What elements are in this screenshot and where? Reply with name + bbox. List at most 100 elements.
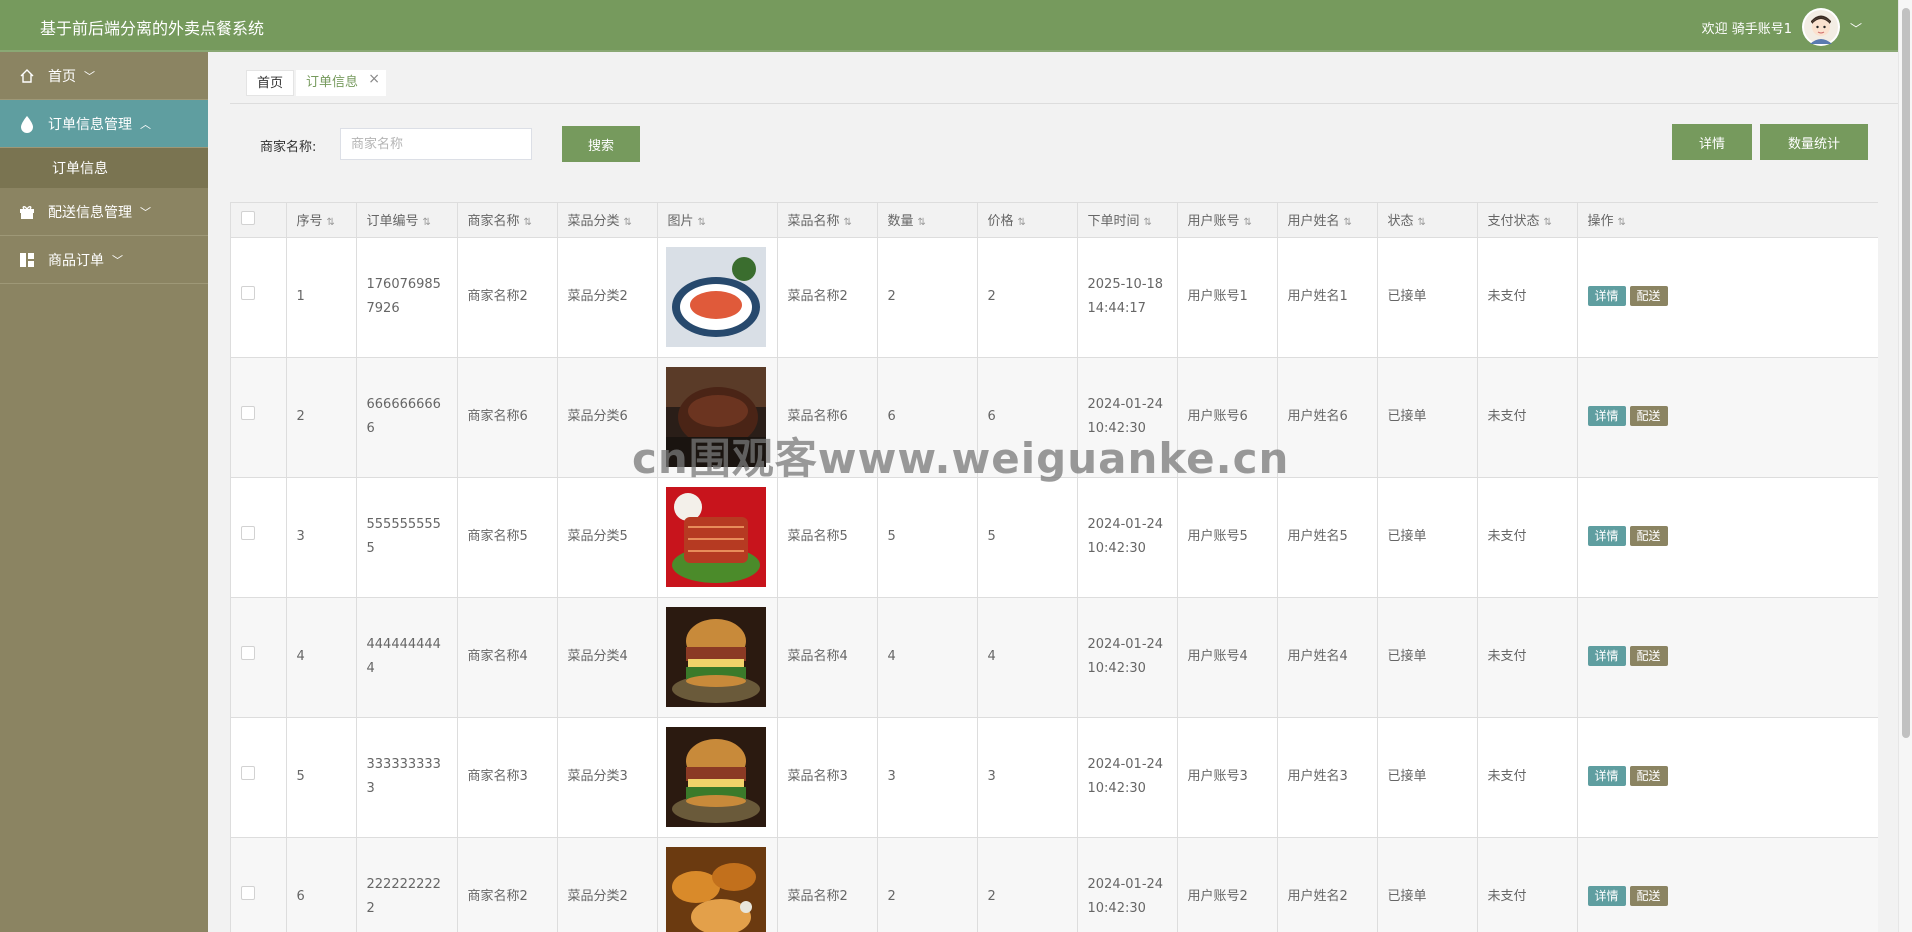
sidebar-item-order-management[interactable]: 订单信息管理 ︿: [0, 100, 208, 148]
search-button[interactable]: 搜索: [562, 126, 640, 162]
column-header[interactable]: 图片 ⇅: [657, 203, 778, 238]
row-checkbox-cell[interactable]: [231, 717, 287, 838]
column-header[interactable]: 用户账号 ⇅: [1177, 203, 1278, 238]
row-checkbox[interactable]: [241, 766, 255, 780]
sort-icon[interactable]: ⇅: [1144, 217, 1152, 228]
sort-icon[interactable]: ⇅: [524, 217, 532, 228]
sort-icon[interactable]: ⇅: [918, 217, 926, 228]
gift-icon: [18, 203, 36, 221]
dish-image: [665, 607, 766, 707]
column-header[interactable]: 用户姓名 ⇅: [1277, 203, 1378, 238]
row-checkbox[interactable]: [241, 646, 255, 660]
column-header[interactable]: 订单编号 ⇅: [356, 203, 458, 238]
scrollbar-thumb[interactable]: [1902, 8, 1910, 738]
user-avatar[interactable]: [1802, 8, 1840, 46]
row-checkbox[interactable]: [241, 526, 255, 540]
row-detail-button[interactable]: 详情: [1587, 886, 1626, 906]
row-checkbox-cell[interactable]: [231, 597, 287, 718]
sidebar-subitem-order-info[interactable]: 订单信息: [0, 148, 208, 188]
sort-icon[interactable]: ⇅: [1418, 217, 1426, 228]
dish-image-cell: [657, 357, 778, 478]
table-row[interactable]: 1 1760769857926 商家名称2 菜品分类2 菜品名称2 2 2 2025-10-1…: [231, 237, 1878, 358]
row-checkbox[interactable]: [241, 406, 255, 420]
column-header[interactable]: 数量 ⇅: [877, 203, 978, 238]
sort-icon[interactable]: ⇅: [844, 217, 852, 228]
row-ship-button[interactable]: 配送: [1629, 766, 1668, 786]
avatar-icon: [1804, 10, 1838, 44]
row-checkbox-cell[interactable]: [231, 237, 287, 358]
quantity-stats-button[interactable]: 数量统计: [1760, 124, 1868, 160]
row-detail-button[interactable]: 详情: [1587, 526, 1626, 546]
user-menu[interactable]: 欢迎 骑手账号1 ﹀: [1702, 8, 1862, 46]
row-detail-button[interactable]: 详情: [1587, 646, 1626, 666]
dish-category: 菜品分类6: [557, 357, 658, 478]
sidebar-item-product-orders[interactable]: 商品订单 ﹀: [0, 236, 208, 284]
tab-home[interactable]: 首页: [246, 70, 295, 96]
chevron-down-icon[interactable]: ﹀: [1850, 20, 1862, 37]
page-scrollbar[interactable]: [1898, 0, 1912, 932]
order-number: 4444444444: [356, 597, 458, 718]
row-index: 5: [286, 717, 357, 838]
sort-icon[interactable]: ⇅: [423, 217, 431, 228]
home-icon: [18, 67, 36, 85]
sort-icon[interactable]: ⇅: [698, 217, 706, 228]
sidebar-item-home[interactable]: 首页 ﹀: [0, 52, 208, 100]
table-row[interactable]: 5 3333333333 商家名称3 菜品分类3 菜品名称3 3 3 2024-01-24 1…: [231, 717, 1878, 838]
column-header[interactable]: 价格 ⇅: [977, 203, 1078, 238]
sort-icon[interactable]: ⇅: [624, 217, 632, 228]
column-header-label: 图片: [667, 214, 694, 230]
row-checkbox-cell[interactable]: [231, 837, 287, 932]
select-all-checkbox[interactable]: [241, 210, 255, 225]
row-ship-button[interactable]: 配送: [1629, 526, 1668, 546]
table-row[interactable]: 6 2222222222 商家名称2 菜品分类2 菜品名称2 2 2 2024-01-24 1…: [231, 837, 1878, 932]
dish-name: 菜品名称2: [777, 237, 878, 358]
sort-icon[interactable]: ⇅: [1544, 217, 1552, 228]
merchant-name-search-input[interactable]: [340, 128, 532, 160]
row-ship-button[interactable]: 配送: [1629, 646, 1668, 666]
app-title: 基于前后端分离的外卖点餐系统: [40, 19, 265, 38]
column-header[interactable]: 菜品名称 ⇅: [777, 203, 878, 238]
sort-icon[interactable]: ⇅: [1018, 217, 1026, 228]
payment-status: 未支付: [1477, 597, 1578, 718]
row-detail-button[interactable]: 详情: [1587, 406, 1626, 426]
row-ship-button[interactable]: 配送: [1629, 886, 1668, 906]
price: 4: [977, 597, 1078, 718]
table-row[interactable]: 3 5555555555 商家名称5 菜品分类5 菜品名称5 5 5 2024-01-24 1…: [231, 477, 1878, 598]
user-name: 用户姓名2: [1277, 837, 1378, 932]
sort-icon[interactable]: ⇅: [1618, 217, 1626, 228]
row-ship-button[interactable]: 配送: [1629, 286, 1668, 306]
close-icon[interactable]: ×: [368, 66, 380, 92]
table-row[interactable]: 4 4444444444 商家名称4 菜品分类4 菜品名称4 4 4 2024-01-24 1…: [231, 597, 1878, 718]
row-checkbox[interactable]: [241, 286, 255, 300]
row-checkbox[interactable]: [241, 886, 255, 900]
payment-status: 未支付: [1477, 477, 1578, 598]
user-account: 用户账号6: [1177, 357, 1278, 478]
column-header[interactable]: 下单时间 ⇅: [1077, 203, 1178, 238]
order-status: 已接单: [1377, 717, 1478, 838]
row-checkbox-cell[interactable]: [231, 477, 287, 598]
table-row[interactable]: 2 6666666666 商家名称6 菜品分类6 菜品名称6 6 6 2024-01-24 1…: [231, 357, 1878, 478]
column-header[interactable]: 支付状态 ⇅: [1477, 203, 1578, 238]
dish-image-cell: [657, 717, 778, 838]
row-ship-button[interactable]: 配送: [1629, 406, 1668, 426]
quantity: 2: [877, 237, 978, 358]
row-detail-button[interactable]: 详情: [1587, 766, 1626, 786]
row-checkbox-cell[interactable]: [231, 357, 287, 478]
tab-order-info[interactable]: 订单信息 ×: [296, 70, 387, 96]
column-header[interactable]: 序号 ⇅: [286, 203, 357, 238]
column-header[interactable]: 状态 ⇅: [1377, 203, 1478, 238]
column-header[interactable]: 商家名称 ⇅: [457, 203, 558, 238]
sort-icon[interactable]: ⇅: [1244, 217, 1252, 228]
row-detail-button[interactable]: 详情: [1587, 286, 1626, 306]
price: 3: [977, 717, 1078, 838]
column-header[interactable]: 菜品分类 ⇅: [557, 203, 658, 238]
sort-icon[interactable]: ⇅: [327, 217, 335, 228]
order-time: 2024-01-24 10:42:30: [1077, 357, 1178, 478]
column-header[interactable]: 操作 ⇅: [1577, 203, 1878, 238]
sidebar-item-label: 订单信息管理: [48, 116, 132, 133]
select-all-checkbox-cell[interactable]: [231, 203, 287, 238]
detail-button[interactable]: 详情: [1672, 124, 1752, 160]
table-header-row: 序号 ⇅ 订单编号 ⇅ 商家名称 ⇅ 菜品分类 ⇅ 图片 ⇅ 菜品名称 ⇅ 数量 ⇅ 价格 ⇅ 下单时间 ⇅ 用户账…: [231, 203, 1878, 238]
sort-icon[interactable]: ⇅: [1344, 217, 1352, 228]
sidebar-item-delivery-management[interactable]: 配送信息管理 ﹀: [0, 188, 208, 236]
